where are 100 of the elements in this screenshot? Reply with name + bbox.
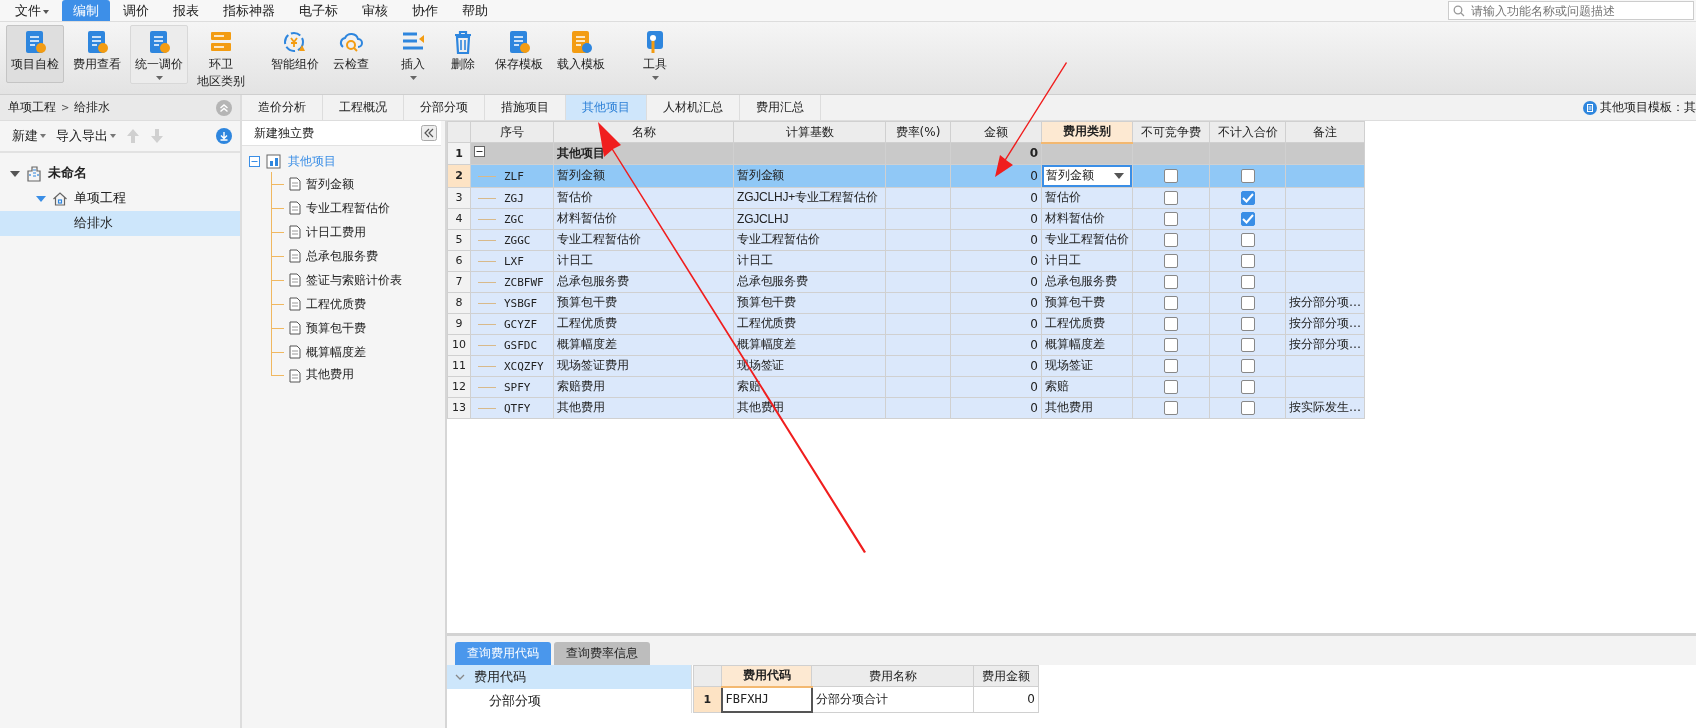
checkbox[interactable] [1240,253,1255,268]
row-number: 8 [447,292,471,313]
menu-item[interactable]: 文件 [4,0,60,21]
toolbar-button[interactable]: 费用查看 [68,25,126,83]
collapse-icon[interactable] [474,146,485,158]
tree-item[interactable]: 预算包干费 [306,319,366,337]
row-number: 9 [447,313,471,334]
toolbar-button[interactable]: 载入模板 [552,25,610,83]
column-header[interactable]: 计算基数 [733,121,886,143]
caret-icon [1114,172,1124,179]
column-header[interactable]: 费用金额 [973,665,1039,687]
checkbox[interactable] [1164,337,1178,352]
breadcrumb-item[interactable]: 单项工程 [8,99,56,116]
toolbar-button[interactable]: 环卫 地区类别 [192,25,250,93]
new-menu-button[interactable]: 新建 [12,127,46,145]
tab[interactable]: 查询费率信息 [554,642,650,665]
collapse-up-icon[interactable] [216,99,232,116]
toolbar-button[interactable]: 工具 [632,25,678,84]
row-number: 5 [447,229,471,250]
column-header[interactable]: 费用类别 [1041,121,1133,143]
tree-item[interactable]: 未命名 [0,161,240,186]
checkbox[interactable] [1240,316,1255,331]
tree-item[interactable]: 单项工程 [0,186,240,211]
checkbox[interactable] [1240,358,1255,373]
code-text: ZCBFWF [504,275,544,289]
checkbox[interactable] [1240,400,1255,415]
toolbar-button[interactable]: 统一调价 [130,25,188,84]
row-number: 3 [447,187,471,208]
toolbar-button[interactable]: 智能组价 [266,25,324,83]
document-icon [289,273,301,287]
tree-item[interactable]: 给排水 [0,211,240,236]
checkbox[interactable] [1164,316,1178,331]
download-icon[interactable] [216,128,232,144]
checkbox[interactable] [1240,274,1255,289]
checkbox[interactable] [1240,379,1255,394]
menu-item[interactable]: 调价 [112,0,160,21]
tab[interactable]: 造价分析 [242,95,323,120]
column-header[interactable]: 名称 [553,121,734,143]
toolbar-button[interactable]: 插入 [390,25,436,84]
toolbar-button[interactable]: 项目自检 [6,25,64,83]
row-number: 11 [447,355,471,376]
toolbar-button[interactable]: 保存模板 [490,25,548,83]
code-text: YSBGF [504,296,538,310]
checkbox[interactable] [1164,400,1178,415]
tree-item[interactable]: 其他费用 [306,366,354,383]
checkbox[interactable] [1164,190,1178,205]
column-header[interactable]: 费用名称 [811,665,974,687]
tab[interactable]: 分部分项 [404,95,485,120]
tree-item[interactable]: 费用代码 [447,665,691,689]
import-export-menu-button[interactable]: 导入导出 [56,127,116,145]
code-text: LXF [504,254,524,268]
column-header[interactable]: 费用代码 [721,665,812,687]
checkbox[interactable] [1164,211,1178,226]
menu-item[interactable]: 审核 [351,0,399,21]
collapse-left-icon[interactable] [421,125,437,141]
checkbox[interactable] [1240,190,1255,205]
menu-item[interactable]: 指标神器 [212,0,286,21]
checkbox[interactable] [1164,168,1178,183]
menu-item[interactable]: 协作 [401,0,449,21]
checkbox[interactable] [1240,211,1255,226]
checkbox[interactable] [1164,274,1178,289]
tab[interactable]: 工程概况 [323,95,404,120]
column-header[interactable]: 不计入合价 [1209,121,1286,143]
table-cell: 分部分项合计 [811,686,974,712]
search-field[interactable]: 请输入功能名称或问题描述 [1448,1,1694,20]
tree-item[interactable]: 总承包服务费 [306,247,378,265]
checkbox[interactable] [1164,295,1178,310]
menu-item[interactable]: 电子标 [288,0,349,21]
checkbox[interactable] [1240,337,1255,352]
column-header[interactable]: 金额 [950,121,1042,143]
breadcrumb-item[interactable]: 给排水 [74,99,111,116]
caret-icon [40,134,46,138]
category-dropdown[interactable]: 暂列金额 [1042,165,1132,186]
checkbox[interactable] [1240,168,1255,183]
column-header[interactable]: 备注 [1285,121,1365,143]
tree-item[interactable]: 签证与索赔计价表 [306,271,402,289]
column-header[interactable]: 不可竞争费 [1132,121,1210,143]
checkbox[interactable] [1164,232,1178,247]
tree-item[interactable]: 分部分项 [447,689,691,713]
column-header[interactable]: 序号 [470,121,554,143]
checkbox[interactable] [1164,358,1178,373]
menu-item[interactable]: 帮助 [451,0,499,21]
tree-item[interactable]: 专业工程暂估价 [306,199,390,217]
checkbox[interactable] [1164,253,1178,268]
checkbox[interactable] [1240,232,1255,247]
tree-item[interactable]: 工程优质费 [306,295,366,313]
tree-item[interactable]: 暂列金额 [306,175,354,193]
tree-item[interactable]: 概算幅度差 [306,343,366,361]
table-cell: FBFXHJ [721,686,812,712]
chevron-icon [455,673,465,681]
checkbox[interactable] [1164,379,1178,394]
table-cell: 暂列金额 [733,164,886,187]
toolbar-button[interactable]: 删除 [440,25,486,83]
tab[interactable]: 人材机汇总 [647,95,740,120]
checkbox[interactable] [1240,295,1255,310]
column-header[interactable]: 费率(%) [885,121,951,143]
tree-item[interactable]: 计日工费用 [306,223,366,241]
tab[interactable]: 费用汇总 [740,95,821,120]
toolbar-button[interactable]: 云检查 [328,25,374,83]
menu-item[interactable]: 报表 [162,0,210,21]
